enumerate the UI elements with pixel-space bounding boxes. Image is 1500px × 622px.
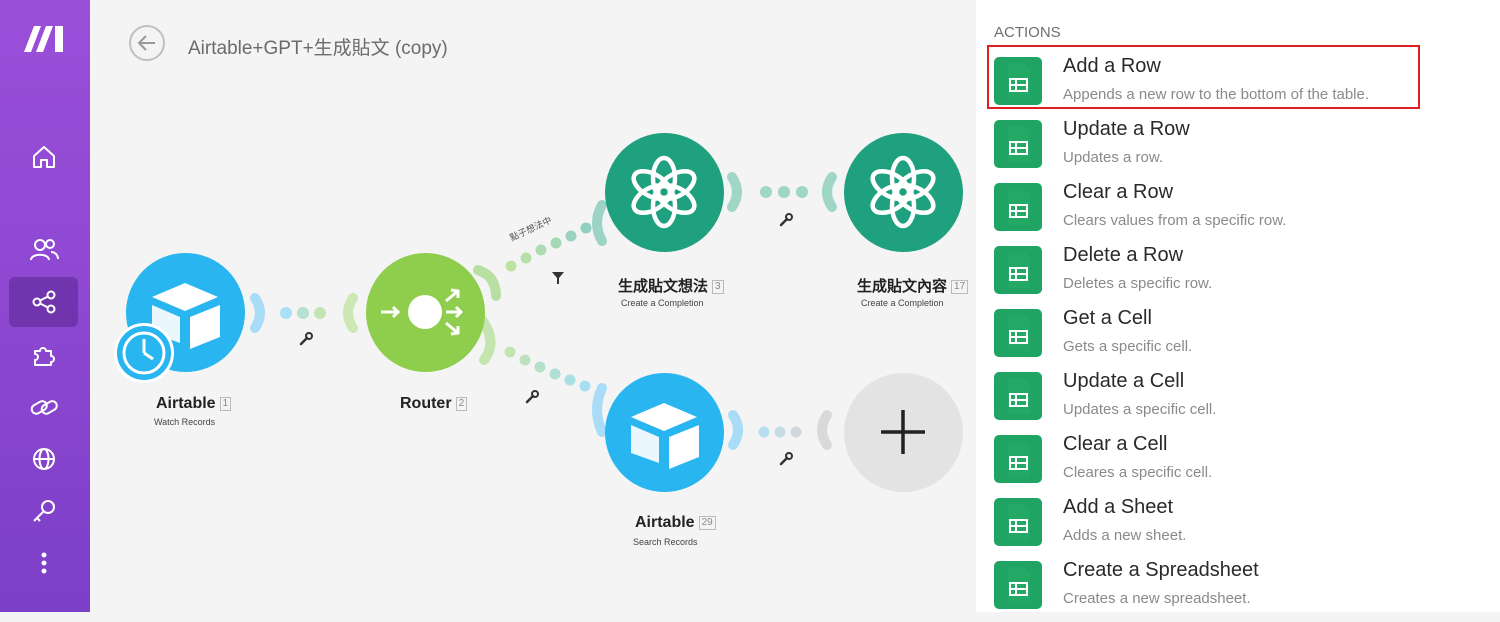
- google-sheets-icon: [994, 498, 1042, 546]
- google-sheets-icon: [994, 120, 1042, 168]
- webhooks-icon[interactable]: [9, 434, 78, 484]
- openai-icon: [870, 155, 936, 229]
- home-icon[interactable]: [9, 132, 78, 182]
- scenarios-icon[interactable]: [9, 277, 78, 327]
- openai-idea-subtitle: Create a Completion: [621, 298, 704, 308]
- openai-idea-node[interactable]: [605, 133, 724, 252]
- openai-content-node[interactable]: [844, 133, 963, 252]
- actions-panel: ACTIONS Add a Row Appends a new row to t…: [976, 0, 1500, 612]
- node-number: 2: [455, 396, 468, 411]
- keys-icon[interactable]: [9, 486, 78, 536]
- connector-airtable2-plus: [728, 410, 832, 450]
- action-item[interactable]: Clear a Cell Cleares a specific cell.: [994, 433, 1484, 496]
- wrench-icon[interactable]: [778, 212, 794, 228]
- action-label: Add a Row: [1063, 55, 1161, 77]
- connector-gpt1-gpt2: [727, 172, 837, 212]
- google-sheets-icon: [994, 372, 1042, 420]
- action-label: Get a Cell: [1063, 307, 1152, 329]
- action-item[interactable]: Create a Spreadsheet Creates a new sprea…: [994, 559, 1484, 622]
- templates-icon[interactable]: [9, 330, 78, 380]
- action-item[interactable]: Get a Cell Gets a specific cell.: [994, 307, 1484, 370]
- airtable-watch-subtitle: Watch Records: [154, 417, 216, 427]
- airtable-search-node[interactable]: [605, 373, 724, 492]
- node-name: Airtable: [635, 514, 695, 531]
- airtable-search-title: Airtable 29: [635, 514, 716, 532]
- plus-icon: [881, 410, 925, 454]
- action-item[interactable]: Delete a Row Deletes a specific row.: [994, 244, 1484, 307]
- node-name: Airtable: [156, 395, 216, 412]
- action-label: Clear a Cell: [1063, 433, 1168, 455]
- action-label: Delete a Row: [1063, 244, 1184, 266]
- action-item[interactable]: Add a Sheet Adds a new sheet.: [994, 496, 1484, 559]
- actions-heading: ACTIONS: [994, 24, 1061, 41]
- connector-airtable-router: [250, 293, 358, 333]
- action-description: Cleares a specific cell.: [1063, 464, 1213, 481]
- action-description: Appends a new row to the bottom of the t…: [1063, 86, 1370, 103]
- airtable-box-icon: [631, 403, 699, 469]
- google-sheets-icon: [994, 435, 1042, 483]
- wrench-icon[interactable]: [298, 331, 314, 347]
- action-description: Gets a specific cell.: [1063, 338, 1193, 355]
- make-logo-icon[interactable]: [22, 22, 68, 59]
- router-node[interactable]: [366, 253, 485, 372]
- more-icon[interactable]: [9, 538, 78, 588]
- action-description: Adds a new sheet.: [1063, 527, 1187, 544]
- connections-icon[interactable]: [9, 382, 78, 432]
- action-label: Create a Spreadsheet: [1063, 559, 1259, 581]
- action-description: Clears values from a specific row.: [1063, 212, 1287, 229]
- node-number: 29: [698, 515, 716, 530]
- action-item[interactable]: Update a Cell Updates a specific cell.: [994, 370, 1484, 433]
- add-module-button[interactable]: [844, 373, 963, 492]
- filter-icon[interactable]: [551, 271, 565, 285]
- action-item[interactable]: Clear a Row Clears values from a specifi…: [994, 181, 1484, 244]
- airtable-search-subtitle: Search Records: [633, 537, 698, 547]
- wrench-icon[interactable]: [778, 451, 794, 467]
- node-number: 17: [951, 280, 969, 295]
- google-sheets-icon: [994, 57, 1042, 105]
- action-description: Deletes a specific row.: [1063, 275, 1213, 292]
- action-description: Creates a new spreadsheet.: [1063, 590, 1251, 607]
- router-icon: [381, 288, 464, 336]
- google-sheets-icon: [994, 183, 1042, 231]
- action-label: Add a Sheet: [1063, 496, 1174, 518]
- node-name: 生成貼文內容: [857, 278, 948, 295]
- connector-router-airtable2: [477, 315, 607, 437]
- node-number: 3: [712, 280, 724, 295]
- sidebar: [0, 0, 90, 612]
- scenario-canvas[interactable]: Airtable+GPT+生成貼文 (copy) 點子想法中 Airtable …: [90, 0, 976, 612]
- node-number: 1: [219, 396, 232, 411]
- airtable-watch-title: Airtable 1: [156, 395, 232, 413]
- action-label: Update a Row: [1063, 118, 1190, 140]
- action-description: Updates a row.: [1063, 149, 1164, 166]
- node-name: Router: [400, 395, 452, 412]
- openai-content-subtitle: Create a Completion: [861, 298, 944, 308]
- openai-content-title: 生成貼文內容 17: [857, 275, 969, 296]
- openai-icon: [631, 155, 697, 229]
- google-sheets-icon: [994, 246, 1042, 294]
- node-name: 生成貼文想法: [618, 278, 709, 295]
- action-description: Updates a specific cell.: [1063, 401, 1217, 418]
- action-item[interactable]: Add a Row Appends a new row to the botto…: [994, 55, 1484, 118]
- google-sheets-icon: [994, 309, 1042, 357]
- action-label: Update a Cell: [1063, 370, 1185, 392]
- clock-icon[interactable]: [114, 323, 174, 383]
- team-icon[interactable]: [9, 225, 78, 275]
- router-title: Router 2: [400, 395, 468, 413]
- action-item[interactable]: Update a Row Updates a row.: [994, 118, 1484, 181]
- google-sheets-icon: [994, 561, 1042, 609]
- wrench-icon[interactable]: [524, 389, 540, 405]
- action-label: Clear a Row: [1063, 181, 1174, 203]
- openai-idea-title: 生成貼文想法 3: [618, 275, 724, 296]
